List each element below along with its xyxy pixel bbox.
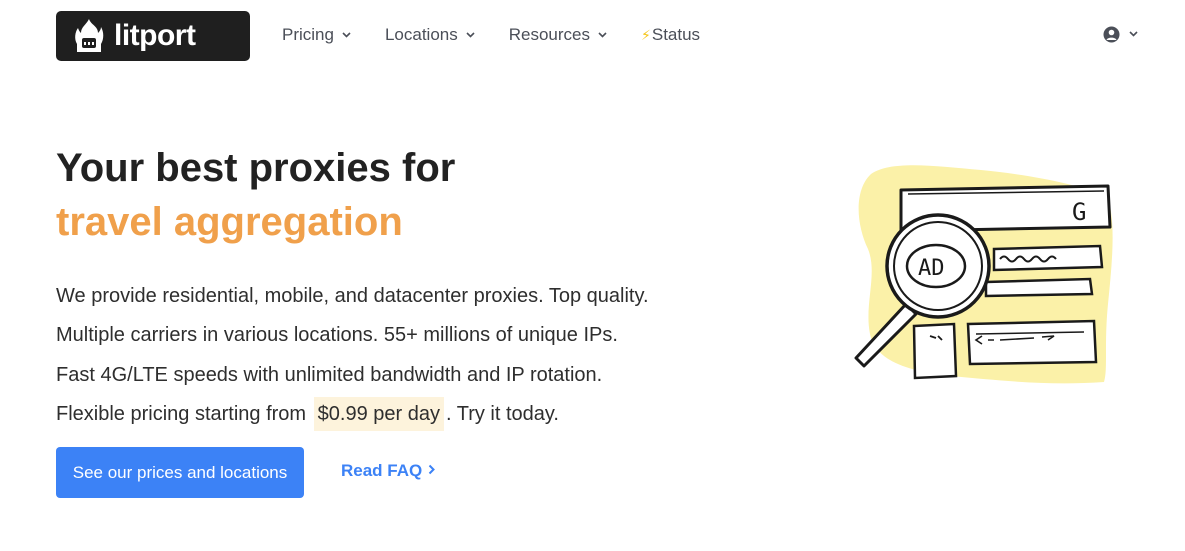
chevron-down-icon xyxy=(1129,29,1138,40)
ad-label: AD xyxy=(918,256,945,281)
hero-title-accent: travel aggregation xyxy=(56,200,403,244)
main-nav: Pricing Locations Resources ⚡ Status xyxy=(282,24,734,46)
search-ad-illustration: G AD xyxy=(854,165,1113,384)
page: litport Pricing Locations Resources ⚡ St… xyxy=(0,0,1185,551)
nav-item-label: Resources xyxy=(508,25,591,44)
hero-line-4: Flexible pricing starting from $0.99 per… xyxy=(56,397,559,431)
chevron-down-icon xyxy=(466,30,475,41)
pricing-prefix: Flexible pricing starting from xyxy=(56,403,312,425)
chevron-right-icon xyxy=(428,462,436,480)
read-faq-link[interactable]: Read FAQ xyxy=(341,461,436,481)
lightning-icon: ⚡ xyxy=(641,26,651,43)
user-icon xyxy=(1103,26,1120,43)
see-prices-button[interactable]: See our prices and locations xyxy=(56,447,304,498)
hero-line-1: We provide residential, mobile, and data… xyxy=(56,285,649,307)
nav-item-pricing[interactable]: Pricing xyxy=(282,24,351,46)
nav-item-label: Status xyxy=(651,25,701,44)
pricing-suffix: . Try it today. xyxy=(445,403,559,425)
nav-item-label: Pricing xyxy=(282,25,334,44)
search-letter-g: G xyxy=(1072,198,1086,226)
read-faq-label: Read FAQ xyxy=(341,461,423,480)
nav-item-label: Locations xyxy=(384,25,458,44)
nav-item-status[interactable]: ⚡ Status xyxy=(641,24,700,46)
account-menu[interactable] xyxy=(1103,26,1138,43)
nav-item-resources[interactable]: Resources xyxy=(509,24,607,46)
hero-line-3: Fast 4G/LTE speeds with unlimited bandwi… xyxy=(56,364,603,386)
price-highlight: $0.99 per day xyxy=(313,397,444,431)
hero-line-2: Multiple carriers in various locations. … xyxy=(56,324,618,346)
logo-text: litport xyxy=(114,19,196,52)
hero-title: Your best proxies for xyxy=(56,146,456,190)
nav-item-locations[interactable]: Locations xyxy=(385,24,475,46)
chevron-down-icon xyxy=(342,30,351,41)
chevron-down-icon xyxy=(598,30,607,41)
flame-logo-icon xyxy=(75,19,104,52)
logo[interactable]: litport xyxy=(56,11,250,61)
